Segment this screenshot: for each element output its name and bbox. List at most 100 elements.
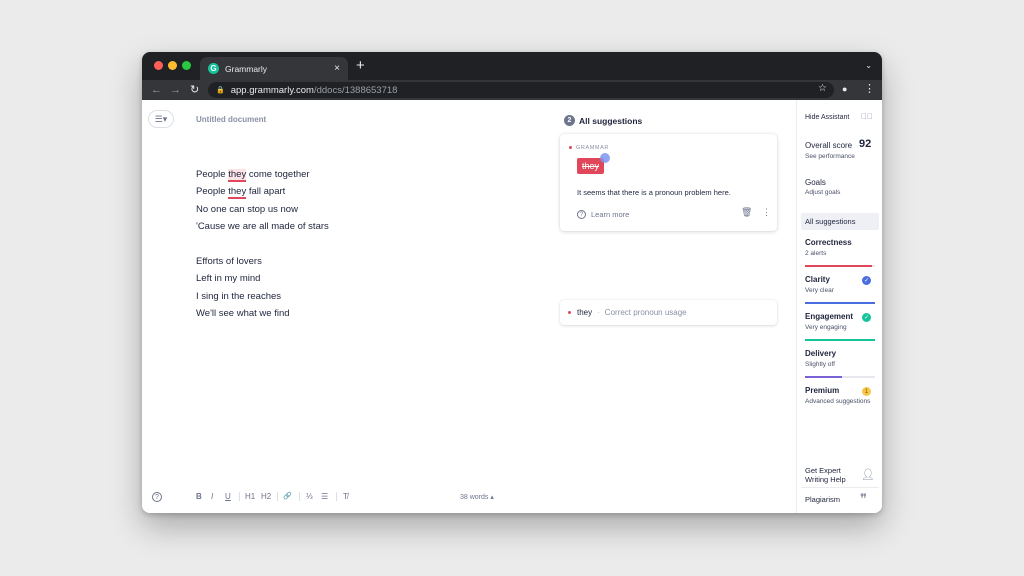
separator: · bbox=[597, 308, 600, 317]
browser-menu-icon[interactable]: ⋮ bbox=[864, 82, 875, 95]
error-highlight[interactable]: they bbox=[228, 186, 247, 200]
toolbar-divider bbox=[336, 492, 337, 501]
alert-dot-icon bbox=[569, 146, 572, 150]
progress-fill bbox=[805, 339, 875, 341]
tab-search-icon[interactable]: ⌄ bbox=[865, 61, 872, 70]
ordered-list-icon[interactable]: ⅓ bbox=[306, 492, 313, 501]
toolbar-divider bbox=[239, 492, 240, 501]
text-line[interactable]: We'll see what we find bbox=[196, 308, 329, 325]
clear-format-icon[interactable]: T̸ bbox=[343, 492, 348, 501]
text-line[interactable]: No one can stop us now bbox=[196, 204, 329, 221]
browser-tab[interactable]: G Grammarly × bbox=[200, 57, 348, 80]
see-performance-link[interactable]: See performance bbox=[805, 153, 855, 160]
progress-track bbox=[805, 265, 875, 267]
category-premium[interactable]: Premium Advanced suggestions 1 bbox=[805, 386, 875, 405]
tab-title: Grammarly bbox=[225, 63, 268, 74]
url-host: app.grammarly.com bbox=[230, 84, 314, 96]
forward-icon[interactable]: → bbox=[170, 83, 181, 97]
text-line[interactable]: I sing in the reaches bbox=[196, 291, 329, 308]
toolbar-divider bbox=[277, 492, 278, 501]
format-toolbar: ? B I U H1 H2 🔗 ⅓ ☰ T̸ 38 words ▴ bbox=[142, 490, 796, 510]
suggestion-count-badge: 2 bbox=[564, 115, 575, 126]
progress-fill bbox=[805, 302, 875, 304]
progress-fill bbox=[805, 376, 843, 378]
error-highlight[interactable]: they bbox=[228, 169, 247, 182]
heading2-button[interactable]: H2 bbox=[261, 492, 271, 501]
document-menu-button[interactable]: ☰▾ bbox=[148, 110, 174, 128]
bold-button[interactable]: B bbox=[196, 492, 202, 501]
expert-person-icon[interactable]: 👤︎ bbox=[861, 468, 875, 481]
category-correctness[interactable]: Correctness 2 alerts bbox=[805, 238, 875, 267]
more-options-icon[interactable]: ⋮ bbox=[762, 207, 771, 218]
quote-icon[interactable]: ❞ bbox=[860, 491, 867, 507]
alert-dot-icon bbox=[568, 311, 571, 314]
new-tab-button[interactable]: + bbox=[356, 58, 365, 73]
back-icon[interactable]: ← bbox=[151, 83, 162, 97]
grammarly-editor: ☰▾ Untitled document People they come to… bbox=[142, 100, 882, 513]
document-title[interactable]: Untitled document bbox=[196, 115, 266, 124]
suggestion-description: Correct pronoun usage bbox=[604, 308, 687, 317]
overall-score-label[interactable]: Overall score bbox=[805, 141, 852, 150]
tab-close-icon[interactable]: × bbox=[334, 63, 340, 74]
category-engagement[interactable]: Engagement Very engaging ✓ bbox=[805, 312, 875, 341]
minimize-window-button[interactable] bbox=[168, 61, 177, 70]
suggestions-header: 2 All suggestions bbox=[564, 115, 642, 126]
profile-icon[interactable]: ● bbox=[842, 84, 853, 95]
text-line[interactable]: 'Cause we are all made of stars bbox=[196, 221, 329, 238]
plagiarism-button[interactable]: Plagiarism bbox=[805, 495, 840, 504]
assistant-sidebar: Hide Assistant ▤⃞ Overall score 92 See p… bbox=[796, 100, 882, 513]
text-line[interactable]: People they fall apart bbox=[196, 186, 329, 203]
address-bar[interactable]: 🔒 app.grammarly.com/ddocs/1388653718 bbox=[208, 82, 834, 98]
suggestion-card-collapsed[interactable]: they · Correct pronoun usage bbox=[560, 300, 777, 325]
suggestion-category: GRAMMAR bbox=[569, 145, 609, 151]
sidebar-divider bbox=[801, 487, 879, 488]
underline-button[interactable]: U bbox=[225, 492, 231, 501]
check-icon: ✓ bbox=[862, 313, 871, 322]
question-icon: ? bbox=[577, 210, 586, 219]
adjust-goals-link[interactable]: Adjust goals bbox=[805, 189, 840, 196]
progress-fill bbox=[805, 265, 873, 267]
help-icon[interactable]: ? bbox=[152, 492, 162, 502]
maximize-window-button[interactable] bbox=[182, 61, 191, 70]
suggestion-card-expanded[interactable]: GRAMMAR they It seems that there is a pr… bbox=[560, 134, 777, 231]
goals-label[interactable]: Goals bbox=[805, 178, 826, 187]
word-count[interactable]: 38 words ▴ bbox=[460, 493, 494, 501]
suggestion-word: they bbox=[577, 308, 593, 317]
browser-toolbar: ← → ↻ 🔒 app.grammarly.com/ddocs/13886537… bbox=[142, 80, 882, 100]
document-body[interactable]: People they come together People they fa… bbox=[196, 169, 329, 326]
heading1-button[interactable]: H1 bbox=[245, 492, 255, 501]
check-icon: ✓ bbox=[862, 276, 871, 285]
url-path: /ddocs/1388653718 bbox=[313, 84, 398, 96]
tab-strip: G Grammarly × + ⌄ bbox=[142, 52, 882, 80]
overall-score: 92 bbox=[859, 138, 872, 150]
all-suggestions-tab[interactable]: All suggestions bbox=[801, 213, 879, 230]
category-delivery[interactable]: Delivery Slightly off bbox=[805, 349, 875, 378]
italic-button[interactable]: I bbox=[211, 492, 213, 501]
suggestion-message: It seems that there is a pronoun problem… bbox=[577, 188, 731, 197]
toolbar-divider bbox=[299, 492, 300, 501]
lock-icon: 🔒 bbox=[216, 87, 225, 94]
grammarly-favicon-icon: G bbox=[208, 63, 219, 74]
hide-panel-icon[interactable]: ▤⃞ bbox=[861, 112, 873, 121]
learn-more-link[interactable]: ? Learn more bbox=[577, 210, 629, 219]
trash-icon[interactable]: 🗑 bbox=[741, 207, 752, 218]
premium-count-badge: 1 bbox=[862, 387, 871, 396]
text-line[interactable]: People they come together bbox=[196, 169, 329, 186]
hide-assistant-button[interactable]: Hide Assistant bbox=[805, 114, 849, 121]
browser-window: G Grammarly × + ⌄ ← → ↻ 🔒 app.grammarly.… bbox=[142, 52, 882, 513]
bullet-list-icon[interactable]: ☰ bbox=[321, 492, 328, 501]
progress-track bbox=[805, 302, 875, 304]
close-window-button[interactable] bbox=[154, 61, 163, 70]
category-clarity[interactable]: Clarity Very clear ✓ bbox=[805, 275, 875, 304]
text-line[interactable]: Efforts of lovers bbox=[196, 256, 329, 273]
expert-writing-help-button[interactable]: Get Expert Writing Help bbox=[805, 466, 846, 484]
text-line[interactable]: Left in my mind bbox=[196, 273, 329, 290]
progress-track bbox=[805, 339, 875, 341]
bookmark-star-icon[interactable]: ☆ bbox=[818, 83, 827, 94]
blank-line[interactable] bbox=[196, 239, 329, 256]
reload-icon[interactable]: ↻ bbox=[190, 83, 199, 97]
cursor-indicator-icon bbox=[600, 153, 610, 163]
progress-track bbox=[805, 376, 875, 378]
link-icon[interactable]: 🔗 bbox=[283, 492, 292, 500]
suggestions-title: All suggestions bbox=[579, 115, 643, 126]
